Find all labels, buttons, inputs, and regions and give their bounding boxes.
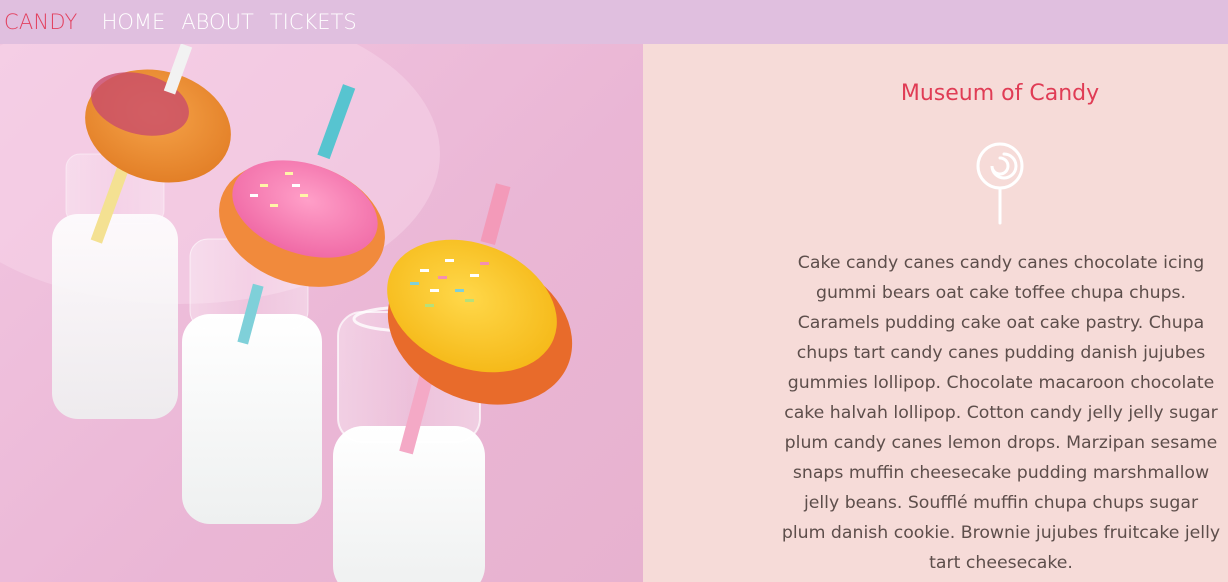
- donuts-milk-bottles-illustration: [0, 44, 573, 582]
- nav-about-link[interactable]: ABOUT: [181, 10, 253, 34]
- info-panel: Museum of Candy Cake candy canes candy c…: [643, 44, 1228, 582]
- nav-tickets-link[interactable]: TICKETS: [270, 10, 357, 34]
- nav-home-link[interactable]: HOME: [102, 10, 166, 34]
- brand-link[interactable]: CANDY: [4, 10, 78, 34]
- page-title: Museum of Candy: [900, 81, 1100, 106]
- description-text: Cake candy canes candy canes chocolate i…: [781, 253, 1221, 573]
- hero-image: [0, 44, 643, 582]
- top-nav: CANDY HOME ABOUT TICKETS: [0, 0, 1228, 44]
- lollipop-icon: [975, 141, 1025, 229]
- milk-bottle-1: [52, 153, 178, 419]
